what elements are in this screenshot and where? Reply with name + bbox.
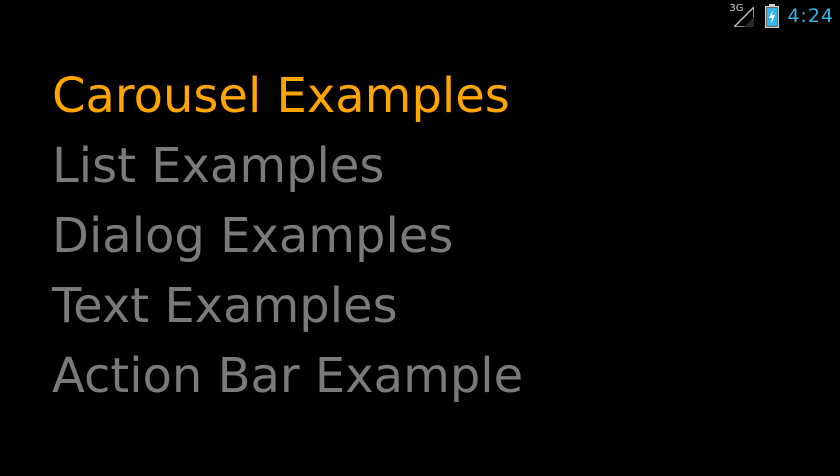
menu-item-list-examples[interactable]: List Examples (52, 130, 523, 202)
status-bar: 3G 4:24 (0, 0, 840, 32)
battery-icon (765, 4, 780, 28)
status-clock: 4:24 (787, 5, 834, 27)
examples-menu: Carousel Examples List Examples Dialog E… (52, 62, 523, 412)
menu-item-text-examples[interactable]: Text Examples (52, 270, 523, 342)
menu-item-dialog-examples[interactable]: Dialog Examples (52, 200, 523, 272)
menu-item-action-bar-example[interactable]: Action Bar Example (52, 340, 523, 412)
signal-icon: 3G (729, 3, 755, 29)
menu-item-carousel-examples[interactable]: Carousel Examples (52, 60, 523, 132)
